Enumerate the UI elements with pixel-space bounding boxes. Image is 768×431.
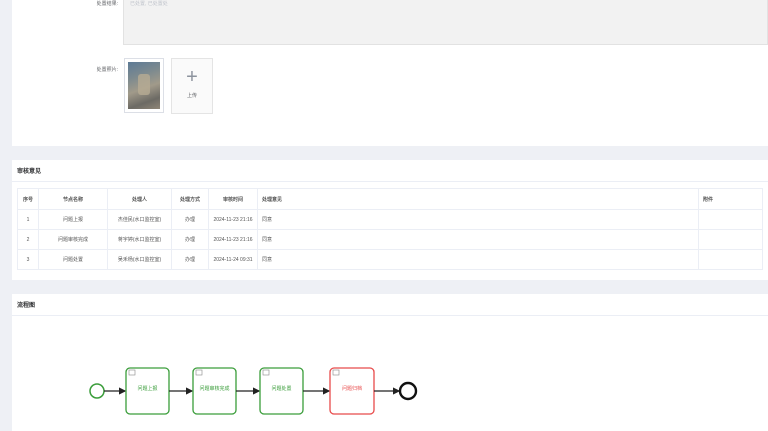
handle-result-label: 处置结果: — [96, 1, 118, 7]
cell-method: 办理 — [171, 229, 209, 250]
cell-node: 问题审核完成 — [38, 229, 108, 250]
handle-result-textarea[interactable]: 已处置, 已处置处 — [123, 0, 768, 45]
cell-index: 2 — [17, 229, 39, 250]
flow-node-label: 问题归档 — [342, 385, 362, 392]
handle-result-placeholder: 已处置, 已处置处 — [130, 1, 168, 7]
cell-attachment — [698, 209, 763, 230]
handle-image-thumbnail[interactable] — [124, 58, 164, 113]
cell-handler: 杰佳民(水口监控室) — [107, 209, 172, 230]
flow-node-label: 问题处置 — [271, 385, 291, 392]
flow-node-2[interactable]: 问题审核完成 — [192, 367, 237, 415]
col-opinion: 处理意见 — [257, 188, 699, 210]
table-row: 1 问题上报 杰佳民(水口监控室) 办理 2024-11-23 21:16 同意 — [17, 209, 763, 230]
cell-opinion: 同意 — [257, 229, 699, 250]
cell-method: 办理 — [171, 209, 209, 230]
review-table: 序号 节点名称 处理人 处理方式 审核时间 处理意见 附件 1 问题上报 杰佳民… — [17, 188, 763, 270]
cell-opinion: 同意 — [257, 209, 699, 230]
cell-index: 1 — [17, 209, 39, 230]
cell-time: 2024-11-23 21:16 — [208, 209, 258, 230]
upload-label: 上传 — [186, 93, 197, 99]
cell-node: 问题处置 — [38, 249, 108, 270]
flow-start-event — [89, 383, 105, 399]
flow-node-4[interactable]: 问题归档 — [329, 367, 375, 415]
handle-form-card: 处置结果: 已处置, 已处置处 处置照片: + 上传 — [12, 0, 768, 146]
flow-node-1[interactable]: 问题上报 — [125, 367, 170, 415]
handle-images-label: 处置照片: — [96, 67, 118, 73]
table-row: 3 问题处置 吴禾杨(水口监控室) 办理 2024-11-24 09:31 同意 — [17, 249, 763, 270]
col-handler: 处理人 — [107, 188, 172, 210]
cell-handler: 蒋宇婷(水口监控室) — [107, 229, 172, 250]
flow-node-label: 问题审核完成 — [199, 385, 229, 392]
review-title: 审核意见 — [12, 160, 768, 182]
review-table-header: 序号 节点名称 处理人 处理方式 审核时间 处理意见 附件 — [17, 188, 763, 210]
cell-opinion: 同意 — [257, 249, 699, 270]
table-row: 2 问题审核完成 蒋宇婷(水口监控室) 办理 2024-11-23 21:16 … — [17, 229, 763, 250]
flow-diagram: 问题上报 问题审核完成 问题处置 问题归档 — [89, 367, 418, 415]
col-method: 处理方式 — [171, 188, 209, 210]
cell-index: 3 — [17, 249, 39, 270]
cell-handler: 吴禾杨(水口监控室) — [107, 249, 172, 270]
review-card: 审核意见 序号 节点名称 处理人 处理方式 审核时间 处理意见 附件 1 问题上… — [12, 160, 768, 280]
cell-time: 2024-11-24 09:31 — [208, 249, 258, 270]
flow-node-3[interactable]: 问题处置 — [259, 367, 304, 415]
handle-photo — [128, 62, 160, 109]
upload-button[interactable]: + 上传 — [171, 58, 213, 114]
plus-icon: + — [186, 66, 198, 88]
cell-attachment — [698, 249, 763, 270]
col-attachment: 附件 — [698, 188, 763, 210]
cell-attachment — [698, 229, 763, 250]
cell-time: 2024-11-23 21:16 — [208, 229, 258, 250]
flow-end-event — [398, 381, 418, 401]
cell-method: 办理 — [171, 249, 209, 270]
col-time: 审核时间 — [208, 188, 258, 210]
col-index: 序号 — [17, 188, 39, 210]
flow-title: 流程图 — [12, 294, 768, 316]
flow-card: 流程图 问题上报 问题审核完成 问题处置 问题归档 — [12, 294, 768, 431]
flow-node-label: 问题上报 — [137, 385, 157, 392]
cell-node: 问题上报 — [38, 209, 108, 230]
col-node: 节点名称 — [38, 188, 108, 210]
